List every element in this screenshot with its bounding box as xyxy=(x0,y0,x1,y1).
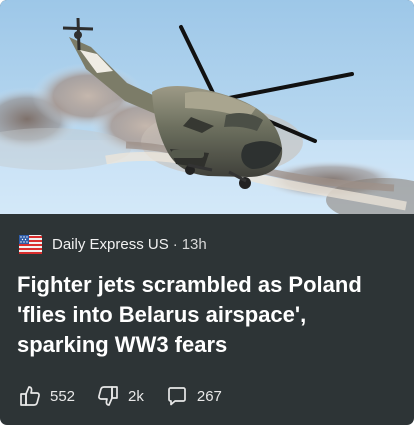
comment-icon xyxy=(168,387,186,406)
meta-separator: · xyxy=(172,235,178,253)
like-button[interactable]: 552 xyxy=(18,384,75,408)
published-time: 13h xyxy=(181,235,207,253)
news-card[interactable]: Daily Express US · 13h Fighter jets scra… xyxy=(0,0,414,425)
hero-image[interactable] xyxy=(0,0,414,214)
helicopter-illustration xyxy=(0,0,414,214)
flag-logo-icon xyxy=(19,234,42,254)
dislike-count: 2k xyxy=(128,387,144,405)
dislike-button[interactable]: 2k xyxy=(96,384,144,408)
like-count: 552 xyxy=(50,387,76,405)
article-title[interactable]: Fighter jets scrambled as Poland 'flies … xyxy=(17,270,402,360)
comment-button[interactable]: 267 xyxy=(165,384,222,408)
thumbs-down-icon xyxy=(98,386,118,406)
publisher-name[interactable]: Daily Express US xyxy=(52,236,169,253)
article-meta: Daily Express US · 13h xyxy=(19,233,207,255)
thumbs-up-icon xyxy=(20,386,40,406)
reaction-bar: 552 2k 267 xyxy=(18,382,243,410)
comment-count: 267 xyxy=(196,387,222,405)
